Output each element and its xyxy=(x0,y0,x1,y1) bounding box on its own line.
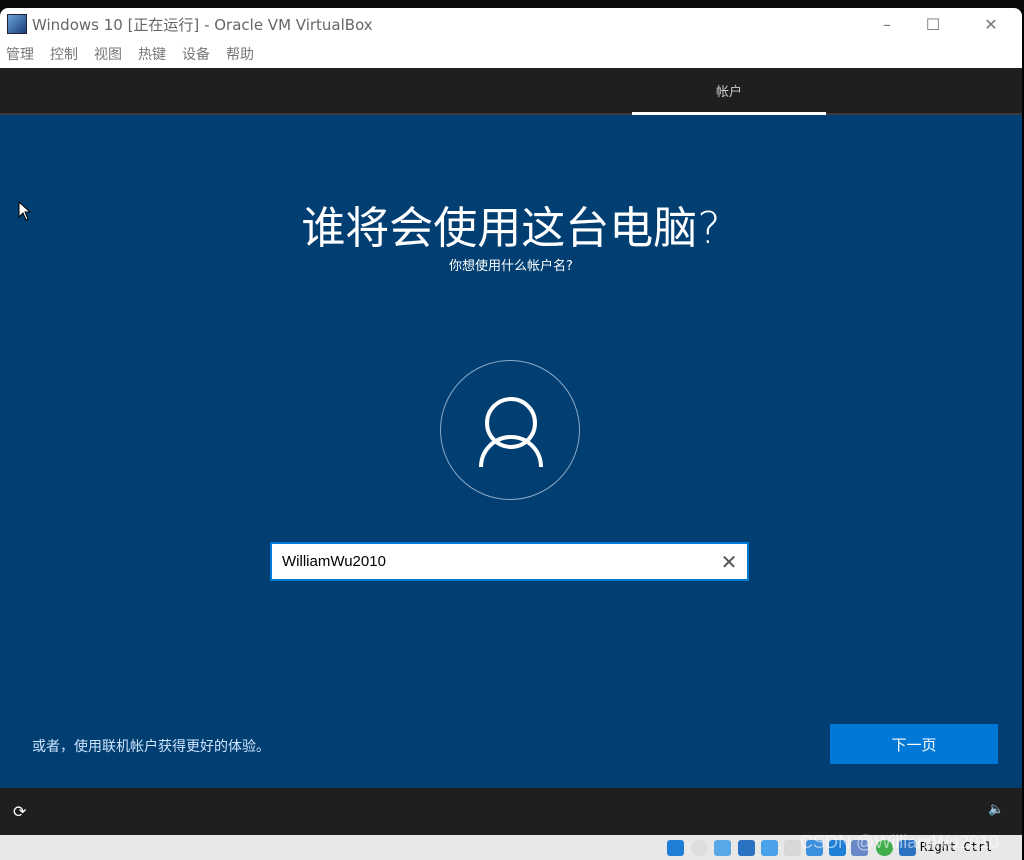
maximize-button[interactable]: ☐ xyxy=(910,8,956,40)
title-bar: Windows 10 [正在运行] - Oracle VM VirtualBox… xyxy=(0,8,1022,40)
clear-icon[interactable]: ✕ xyxy=(711,544,747,579)
menu-control[interactable]: 控制 xyxy=(50,44,78,64)
avatar xyxy=(440,360,580,500)
oobe-bottom-bar: ⟳ 🔈 xyxy=(0,788,1022,835)
vm-screen[interactable]: 帐户 谁将会使用这台电脑? 你想使用什么帐户名? ✕ 或者，使用联机帐户获得更好… xyxy=(0,68,1022,835)
menu-view[interactable]: 视图 xyxy=(94,44,122,64)
page-title: 谁将会使用这台电脑? xyxy=(301,203,721,254)
menu-devices[interactable]: 设备 xyxy=(182,44,210,64)
oobe-navbar: 帐户 xyxy=(0,68,1022,115)
audio-icon[interactable] xyxy=(714,840,731,856)
menu-hotkeys[interactable]: 热键 xyxy=(138,44,166,64)
shared-folder-icon[interactable] xyxy=(784,840,801,856)
minimize-button[interactable]: – xyxy=(864,8,910,40)
menu-manage[interactable]: 管理 xyxy=(6,44,34,64)
menu-bar: 管理 控制 视图 热键 设备 帮助 xyxy=(0,40,1022,68)
watermark: CSDN @WilliamWu2010 xyxy=(800,832,999,852)
virtualbox-icon xyxy=(7,14,27,34)
online-account-link[interactable]: 或者，使用联机帐户获得更好的体验。 xyxy=(32,736,270,756)
next-button[interactable]: 下一页 xyxy=(830,724,998,764)
tab-account: 帐户 xyxy=(632,68,826,115)
window-title: Windows 10 [正在运行] - Oracle VM VirtualBox xyxy=(32,15,373,34)
close-button[interactable]: ✕ xyxy=(968,8,1014,40)
hard-disk-icon[interactable] xyxy=(667,840,684,856)
volume-icon[interactable]: 🔈 xyxy=(988,802,1004,817)
username-field[interactable]: ✕ xyxy=(270,542,749,581)
optical-drive-icon[interactable] xyxy=(691,840,708,856)
network-icon[interactable] xyxy=(738,840,755,856)
username-input[interactable] xyxy=(272,544,711,579)
usb-icon[interactable] xyxy=(761,840,778,856)
menu-help[interactable]: 帮助 xyxy=(226,44,254,64)
user-icon xyxy=(479,397,543,468)
page-subtitle: 你想使用什么帐户名? xyxy=(449,259,573,274)
ease-of-access-icon[interactable]: ⟳ xyxy=(13,802,26,821)
